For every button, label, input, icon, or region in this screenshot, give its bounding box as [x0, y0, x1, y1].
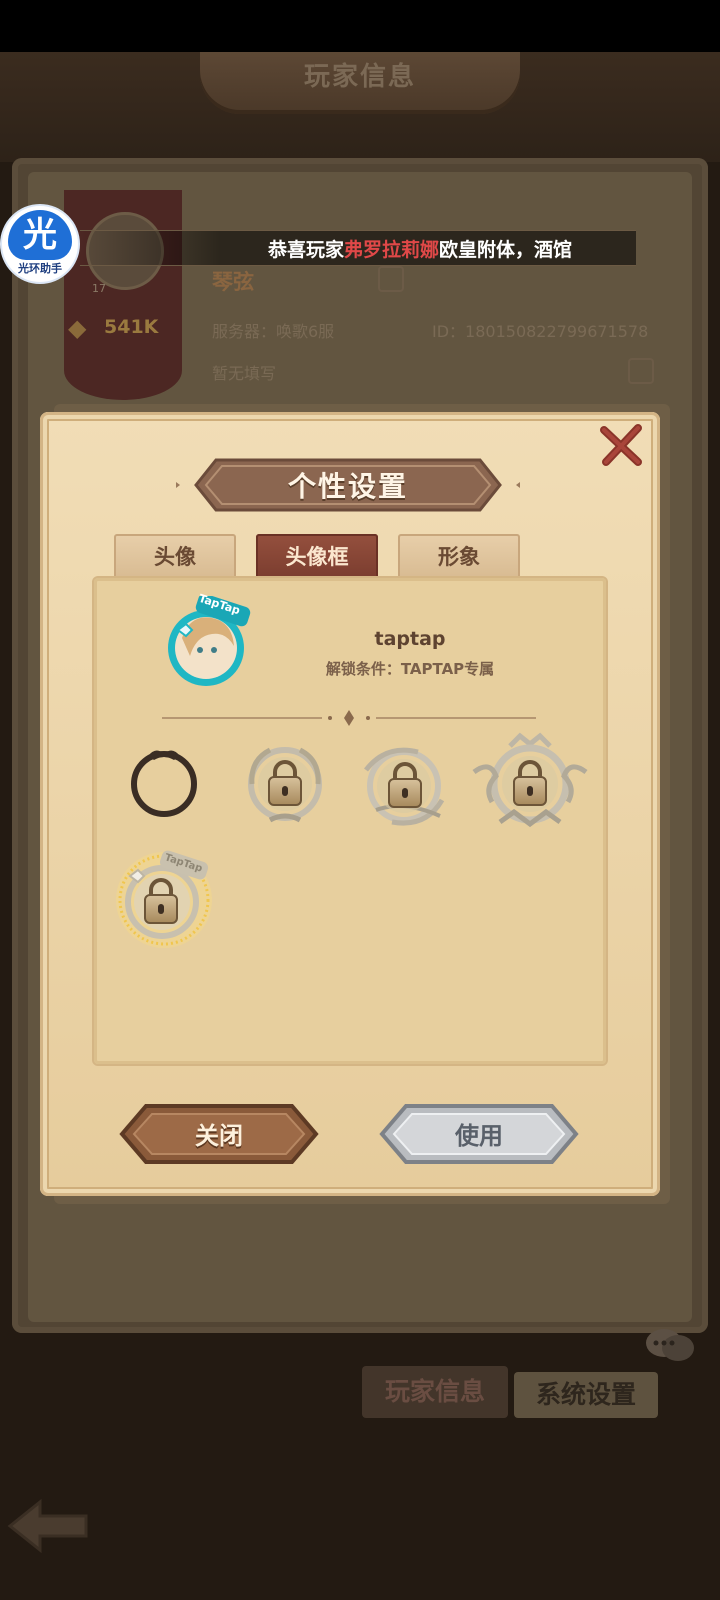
background-tab-system-settings: 系统设置 — [514, 1372, 658, 1418]
chat-icon — [646, 1329, 694, 1361]
close-dialog-icon[interactable] — [598, 422, 644, 468]
announcement-prefix: 恭喜玩家 — [268, 239, 345, 261]
frame-option[interactable] — [126, 742, 202, 818]
use-button-label: 使用 — [455, 1122, 503, 1150]
background-tab-player-info: 玩家信息 — [362, 1366, 508, 1418]
background-power: 541K — [104, 316, 159, 338]
tab-avatar[interactable]: 头像 — [114, 534, 236, 578]
back-arrow-icon — [7, 1498, 88, 1554]
edit-name-icon — [378, 266, 404, 292]
power-icon: ◆ — [68, 314, 87, 342]
dialog-title: 个性设置 — [287, 470, 408, 503]
featured-frame-preview — [168, 596, 251, 686]
announcement-suffix: 欧皇附体，酒馆 — [439, 239, 573, 261]
lock-keyhole — [402, 788, 408, 798]
frame-option-locked[interactable] — [240, 740, 330, 830]
announcement-marquee: 恭喜玩家弗罗拉莉娜欧皇附体，酒馆 — [80, 230, 636, 266]
featured-unlock-condition: 解锁条件：TAPTAP专属 — [325, 660, 495, 678]
featured-frame-name: taptap — [374, 628, 446, 650]
frame-option-locked[interactable] — [356, 740, 452, 832]
lock-keyhole — [527, 786, 533, 796]
announcement-text: 恭喜玩家弗罗拉莉娜欧皇附体，酒馆 — [268, 235, 572, 262]
lock-keyhole — [282, 786, 288, 796]
use-button[interactable]: 使用 — [378, 1102, 580, 1166]
announcement-player-name: 弗罗拉莉娜 — [344, 239, 440, 261]
dark-ring-frame-icon — [131, 750, 197, 817]
close-button[interactable]: 关闭 — [118, 1102, 320, 1166]
background-server: 服务器：唤歌6服 — [212, 322, 335, 341]
edit-signature-icon — [628, 358, 654, 384]
helper-label: 光环助手 — [18, 262, 62, 275]
status-bar — [0, 0, 720, 52]
background-level: 17 — [92, 282, 106, 295]
frame-option-locked-selected[interactable]: TapTap — [112, 846, 216, 950]
lock-keyhole — [158, 904, 164, 914]
close-button-label: 关闭 — [195, 1122, 243, 1150]
background-player-name: 琴弦 — [212, 270, 254, 294]
background-signature: 暂无填写 — [212, 364, 277, 383]
frame-option-locked[interactable] — [470, 732, 590, 832]
section-divider — [162, 710, 536, 726]
background-page-title: 玩家信息 — [303, 62, 416, 92]
background-player-id: ID：18015082279967157​8 — [432, 322, 649, 341]
tab-avatar-frame[interactable]: 头像框 — [256, 534, 378, 578]
tab-appearance[interactable]: 形象 — [398, 534, 520, 578]
